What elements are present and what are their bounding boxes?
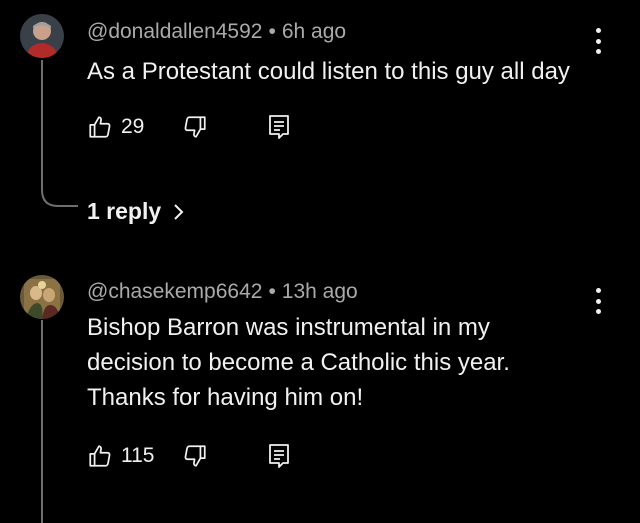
meta-separator: • [268, 280, 276, 303]
thread-line [41, 320, 43, 523]
comment-text-line: decision to become a Catholic this year. [87, 349, 510, 376]
like-count: 115 [121, 444, 155, 467]
comment-meta: @donaldallen4592 • 6h ago [87, 20, 346, 44]
comment-author[interactable]: @chasekemp6642 [87, 280, 262, 303]
more-vertical-icon-dot [595, 38, 601, 44]
replies-count-label: 1 reply [87, 198, 162, 224]
comment-timestamp[interactable]: 13h ago [282, 280, 358, 303]
avatar[interactable] [20, 14, 64, 58]
comment-actions: 115 [87, 441, 291, 471]
comment-text-line: Thanks for having him on! [87, 384, 364, 411]
more-vertical-icon [595, 28, 601, 33]
reply-comment-icon [269, 444, 290, 468]
comment-meta: @chasekemp6642 • 13h ago [87, 280, 358, 304]
more-vertical-icon [595, 288, 601, 293]
meta-separator: • [268, 20, 276, 43]
thumbs-down-icon [184, 116, 206, 138]
avatar[interactable] [20, 275, 64, 319]
chevron-right-icon [174, 203, 184, 220]
reply-button[interactable] [267, 114, 291, 140]
dislike-button[interactable] [182, 443, 208, 469]
dislike-button[interactable] [182, 114, 208, 140]
comment-text-line: Bishop Barron was instrumental in my [87, 314, 490, 341]
more-vertical-icon-dot [595, 298, 601, 304]
comment-actions: 29 [87, 112, 291, 142]
thumbs-up-icon [89, 116, 111, 138]
reply-button[interactable] [267, 443, 291, 469]
like-button[interactable]: 29 [87, 114, 144, 140]
comment-timestamp[interactable]: 6h ago [282, 20, 346, 43]
comment-text: As a Protestant could listen to this guy… [87, 58, 570, 85]
reply-comment-icon [269, 115, 290, 139]
comment-author[interactable]: @donaldallen4592 [87, 20, 262, 43]
thumbs-down-icon [185, 445, 207, 467]
like-count: 29 [121, 115, 145, 138]
like-button[interactable]: 115 [87, 443, 154, 469]
view-replies-button[interactable]: 1 reply [87, 198, 185, 225]
comment-text: Bishop Barron was instrumental in my dec… [87, 310, 607, 415]
thumbs-up-icon [89, 445, 111, 467]
more-options-button[interactable] [588, 26, 608, 56]
